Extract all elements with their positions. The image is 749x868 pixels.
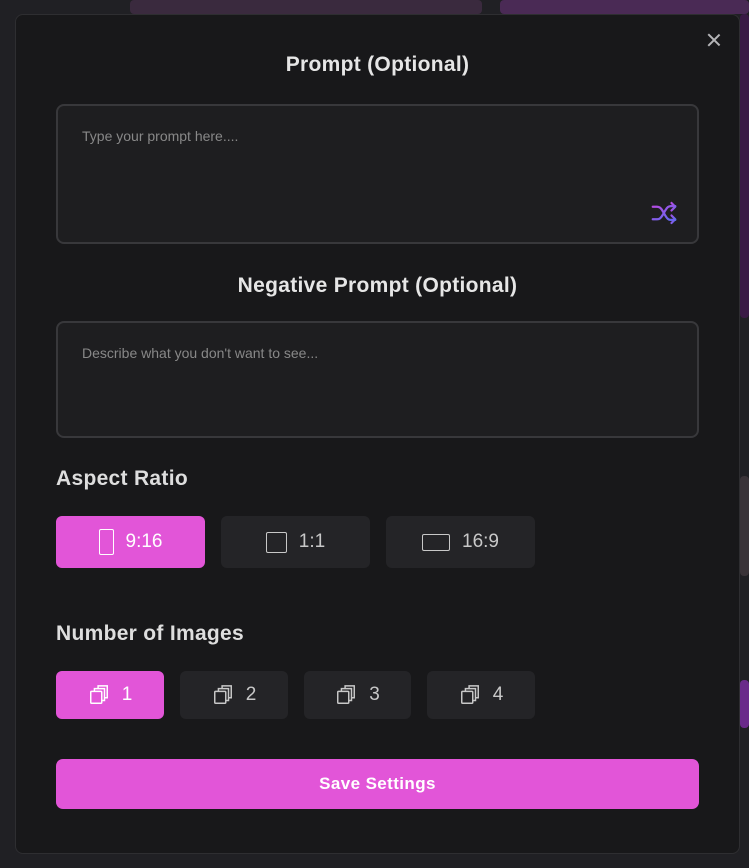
negative-prompt-title: Negative Prompt (Optional) bbox=[237, 274, 518, 297]
shuffle-icon[interactable] bbox=[649, 198, 679, 228]
aspect-ratio-label-text: 1:1 bbox=[298, 531, 326, 552]
images-count-label: 3 bbox=[369, 684, 380, 705]
aspect-ratio-1-1-button[interactable]: 1:1 bbox=[221, 516, 370, 568]
images-count-3-button[interactable]: 3 bbox=[304, 671, 411, 719]
aspect-ratio-9-16-button[interactable]: 9:16 bbox=[56, 516, 205, 568]
aspect-ratio-label-text: 9:16 bbox=[125, 531, 163, 552]
prompt-title: Prompt (Optional) bbox=[285, 53, 470, 76]
images-count-4-button[interactable]: 4 bbox=[427, 671, 535, 719]
background-image bbox=[740, 14, 749, 318]
images-count-label: 4 bbox=[492, 684, 504, 705]
negative-prompt-input[interactable]: Describe what you don't want to see... bbox=[56, 321, 699, 438]
images-stack-icon bbox=[213, 685, 232, 704]
background-image bbox=[500, 0, 749, 14]
square-icon bbox=[265, 531, 287, 553]
aspect-ratio-16-9-button[interactable]: 16:9 bbox=[386, 516, 535, 568]
images-stack-icon bbox=[460, 685, 479, 704]
aspect-ratio-label-text: 16:9 bbox=[462, 531, 499, 552]
images-count-2-button[interactable]: 2 bbox=[180, 671, 288, 719]
settings-modal: Prompt (Optional) Type your prompt here.… bbox=[15, 14, 740, 854]
number-of-images-label: Number of Images bbox=[56, 622, 245, 645]
close-icon[interactable] bbox=[705, 31, 723, 49]
save-settings-button[interactable]: Save Settings bbox=[56, 759, 699, 809]
images-count-1-button[interactable]: 1 bbox=[56, 671, 164, 719]
background-image bbox=[740, 680, 749, 728]
images-stack-icon bbox=[337, 685, 356, 704]
portrait-rect-icon bbox=[98, 529, 114, 555]
aspect-ratio-label: Aspect Ratio bbox=[56, 467, 188, 490]
images-stack-icon bbox=[89, 685, 108, 704]
negative-prompt-placeholder: Describe what you don't want to see... bbox=[82, 345, 319, 361]
background-image bbox=[130, 0, 482, 14]
images-count-label: 2 bbox=[245, 684, 257, 705]
prompt-placeholder: Type your prompt here.... bbox=[82, 128, 239, 144]
prompt-input[interactable]: Type your prompt here.... bbox=[56, 104, 699, 244]
landscape-rect-icon bbox=[422, 533, 450, 551]
images-count-label: 1 bbox=[121, 684, 133, 705]
background-image bbox=[740, 476, 749, 576]
